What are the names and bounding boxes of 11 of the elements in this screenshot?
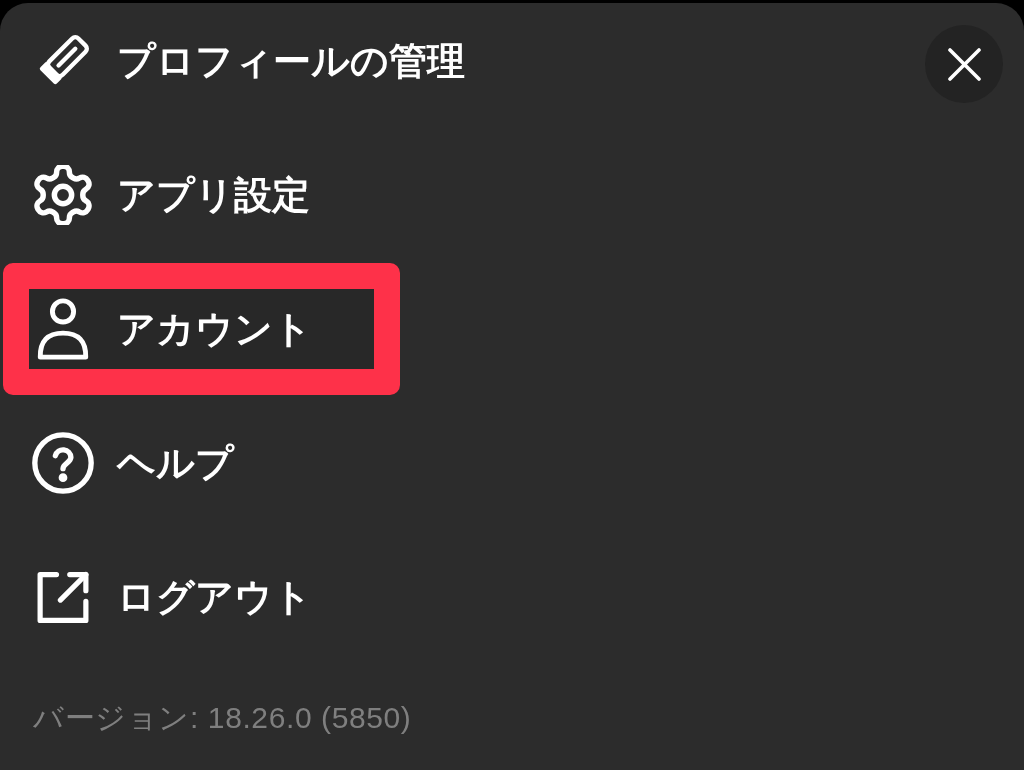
- menu-item[interactable]: アプリ設定: [32, 164, 310, 226]
- menu-item[interactable]: ログアウト: [32, 566, 312, 628]
- menu-item[interactable]: アカウント: [32, 298, 312, 360]
- menu-item[interactable]: プロフィールの管理: [32, 30, 465, 92]
- close-icon: [947, 47, 981, 81]
- external-link-icon: [37, 570, 89, 624]
- help-icon: [32, 432, 94, 494]
- person-icon: [37, 298, 89, 360]
- version-text: バージョン: 18.26.0 (5850): [33, 701, 412, 735]
- menu-item[interactable]: ヘルプ: [32, 432, 234, 494]
- gear-icon: [33, 165, 93, 225]
